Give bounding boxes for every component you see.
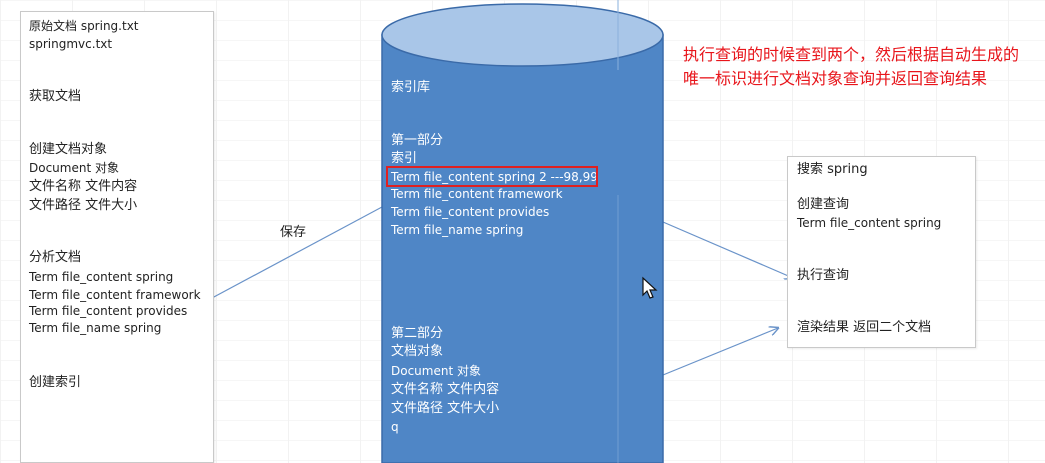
analyze-doc-step: 分析文档	[29, 250, 82, 265]
index-term: Term file_content framework	[391, 187, 563, 201]
highlight-box	[386, 166, 598, 187]
query-connector-line	[662, 221, 793, 278]
result-connector-line	[662, 328, 778, 376]
cylinder-document-obj: Document 对象	[391, 364, 481, 378]
create-doc-obj-step: 创建文档对象	[29, 142, 108, 157]
index-term: Term file_content provides	[391, 205, 550, 219]
part2-label: 第二部分	[391, 326, 444, 341]
term-item: Term file_content provides	[29, 304, 188, 318]
save-label: 保存	[280, 225, 307, 240]
cylinder-file-name-content: 文件名称 文件内容	[391, 382, 500, 397]
index-library-title: 索引库	[391, 80, 431, 95]
doc-obj-label: 文档对象	[391, 344, 444, 359]
source-document-panel	[20, 11, 214, 463]
document-obj-label: Document 对象	[29, 161, 119, 175]
file-name-content-label: 文件名称 文件内容	[29, 179, 138, 194]
create-query-step: 创建查询	[797, 197, 850, 212]
create-index-step: 创建索引	[29, 375, 82, 390]
execute-query-step: 执行查询	[797, 268, 850, 283]
part1-label: 第一部分	[391, 133, 444, 148]
file-path-size-label: 文件路径 文件大小	[29, 198, 138, 213]
cylinder-top	[381, 3, 664, 67]
move-cursor-icon	[642, 276, 658, 299]
query-explanation-note: 执行查询的时候查到两个，然后根据自动生成的唯一标识进行文档对象查询并返回查询结果	[683, 45, 1020, 88]
cylinder-q: q	[391, 420, 399, 434]
index-term: Term file_name spring	[391, 223, 524, 237]
search-step: 搜索 spring	[797, 162, 868, 177]
index-label: 索引	[391, 151, 418, 166]
cylinder-file-path-size: 文件路径 文件大小	[391, 401, 500, 416]
original-doc-file2: springmvc.txt	[29, 37, 113, 51]
term-item: Term file_content framework	[29, 288, 201, 302]
get-doc-step: 获取文档	[29, 89, 82, 104]
query-term: Term file_content spring	[797, 216, 942, 230]
term-item: Term file_name spring	[29, 321, 162, 335]
cylinder-body	[381, 34, 664, 463]
render-results-step: 渲染结果 返回二个文档	[797, 320, 932, 335]
term-item: Term file_content spring	[29, 270, 174, 284]
original-doc-label: 原始文档 spring.txt	[29, 19, 139, 33]
